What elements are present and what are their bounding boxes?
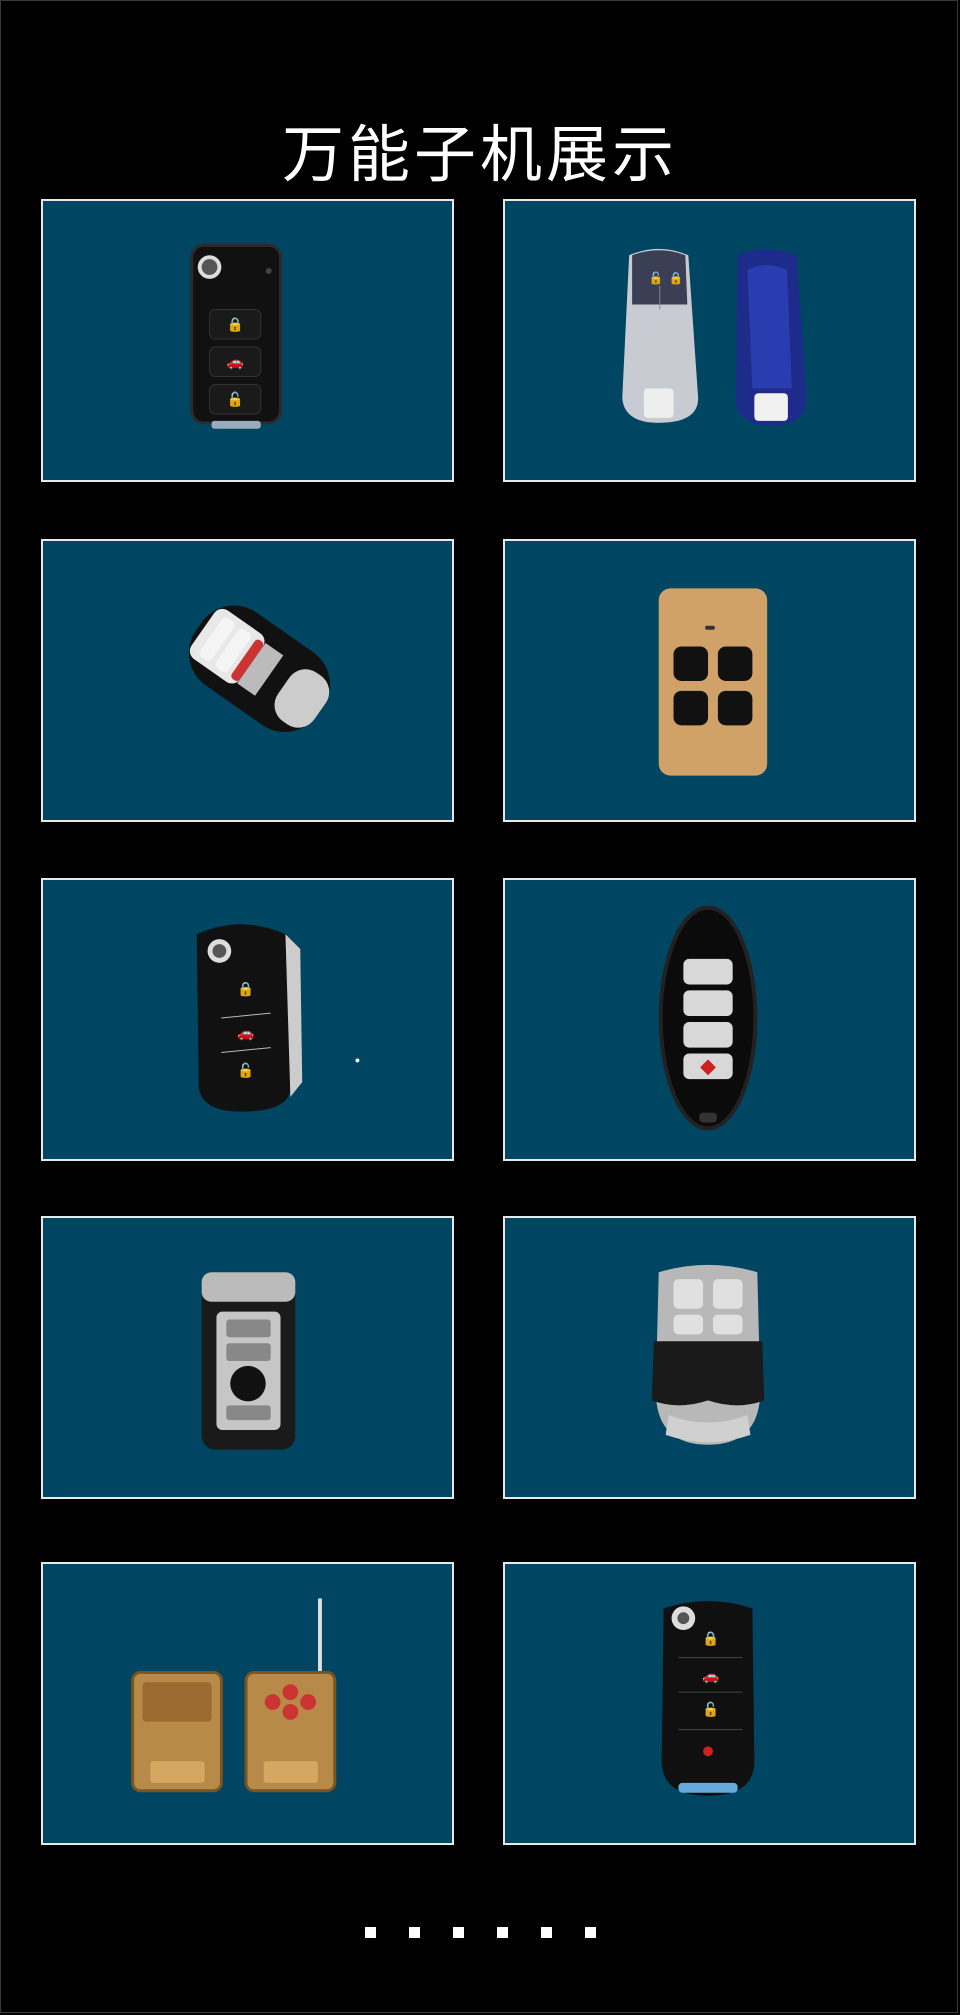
svg-text:🔒: 🔒	[669, 271, 684, 285]
svg-text:🔓: 🔓	[237, 1062, 254, 1079]
product-card[interactable]	[41, 1216, 454, 1499]
svg-text:🚗: 🚗	[237, 1026, 254, 1042]
product-card[interactable]: 🔒 🚗 🔓	[41, 199, 454, 482]
pagination-dot[interactable]	[496, 1927, 508, 1938]
product-card[interactable]	[41, 539, 454, 822]
pagination-dot[interactable]	[408, 1927, 420, 1938]
pagination-dots	[0, 1927, 960, 1938]
product-card[interactable]: 🔒 🚗 🔓	[503, 1562, 916, 1845]
product-card[interactable]	[41, 1562, 454, 1845]
pagination-dot[interactable]	[452, 1927, 464, 1938]
pagination-dot[interactable]	[540, 1927, 552, 1938]
svg-text:🚗: 🚗	[227, 355, 244, 371]
pagination-dot[interactable]	[584, 1927, 596, 1938]
svg-text:🔓: 🔓	[227, 391, 244, 408]
garage-remote-icon	[658, 588, 768, 776]
product-card[interactable]	[503, 539, 916, 822]
antenna-remotes-icon	[131, 1598, 337, 1793]
svg-text:🔒: 🔒	[702, 1631, 719, 1647]
bmw-style-key-icon	[201, 1272, 296, 1450]
svg-text:🔒: 🔒	[227, 317, 244, 333]
page-title: 万能子机展示	[281, 117, 678, 191]
ford-style-flip-key-icon: 🔒 🚗 🔓	[661, 1600, 755, 1796]
garage-remote-chrome-icon	[651, 1264, 765, 1445]
flip-key-remote-icon: 🔒 🚗 🔓	[196, 924, 360, 1112]
flip-key-fob-icon: 🔒 🚗 🔓	[190, 243, 283, 429]
oval-smart-key-icon	[658, 905, 758, 1131]
svg-text:🔓: 🔓	[702, 1701, 719, 1718]
pagination-dot[interactable]	[364, 1927, 376, 1938]
product-card[interactable]	[503, 878, 916, 1161]
product-card[interactable]: 🔒 🚗 🔓	[41, 878, 454, 1161]
svg-text:🚗: 🚗	[702, 1668, 719, 1684]
product-card[interactable]: 🔓 🔒	[503, 199, 916, 482]
audi-style-smart-key-icon	[188, 605, 330, 733]
svg-text:🔒: 🔒	[237, 981, 254, 997]
svg-text:🔓: 🔓	[649, 271, 664, 285]
smart-key-with-case-icon: 🔓 🔒	[622, 248, 807, 426]
product-card[interactable]	[503, 1216, 916, 1499]
